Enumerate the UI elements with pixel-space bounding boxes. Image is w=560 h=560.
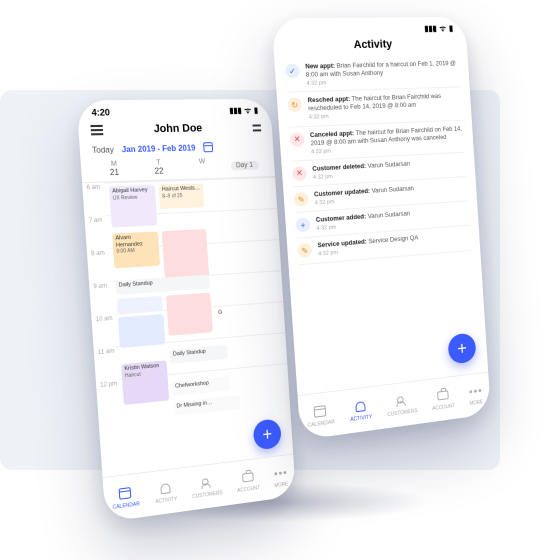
time-label: 9 am [89,281,114,315]
day-pill: Day 1 [230,160,258,170]
activity-text: Canceled appt: The haircut for Brian Fai… [310,125,465,156]
phone-mockup-activity: ▮▮▮ᯤ▮ Activity ✓New appt: Brian Fairchil… [271,17,491,440]
battery-icon: ▮ [449,24,454,33]
activity-icon [158,480,173,496]
account-icon [436,388,450,403]
calendar-icon [118,485,133,501]
tab-label: ACCOUNT [237,485,260,494]
activity-icon [353,398,368,414]
activity-badge-icon: ✓ [285,63,300,78]
tab-customers[interactable]: CUSTOMERS [191,474,223,500]
signal-icon: ▮▮▮ [424,24,437,33]
calendar-event[interactable] [166,293,213,336]
calendar-event[interactable] [118,314,166,348]
tab-label: CALENDAR [307,419,335,429]
more-icon [274,466,288,481]
activity-timestamp: 4:32 pm [306,77,460,88]
tab-label: CUSTOMERS [192,490,223,500]
phone-notch [332,17,410,32]
activity-text: Customer updated: Varun Sudarsan4:32 pm [314,185,415,208]
activity-badge-icon: + [295,217,310,232]
tab-activity[interactable]: ACTIVITY [349,398,372,423]
activity-text: Service updated: Service Design QA4:32 p… [317,235,419,259]
calendar-icon[interactable] [203,142,213,152]
tab-label: CUSTOMERS [387,408,418,418]
add-button[interactable]: + [447,332,476,364]
tab-label: ACTIVITY [350,414,372,423]
calendar-event[interactable]: Abigail HarveyUX Review [109,185,158,228]
activity-item[interactable]: ✓ New appt: Brian Fairchild for a haircut… [284,55,460,93]
calendar-event[interactable]: Alvaro Hernandez9:00 AM [112,231,160,268]
tab-label: MORE [469,399,483,407]
add-button[interactable]: + [253,418,282,450]
status-time: 4:20 [91,107,110,118]
calendar-grid[interactable]: 6 am7 am8 am9 am10 am11 am12 pm Abigail … [82,177,291,451]
activity-feed[interactable]: ✓ New appt: Brian Fairchild for a haircut… [274,55,486,368]
activity-text: Customer deleted: Varun Sudarsan4:32 pm [312,160,411,182]
time-label: 10 am [91,314,116,349]
tab-more[interactable]: MORE [273,466,288,489]
today-button[interactable]: Today [92,145,114,155]
tab-account[interactable]: ACCOUNT [236,469,260,493]
calendar-event[interactable]: Haircut Wests…8–9 of 25 [159,183,205,209]
tab-activity[interactable]: ACTIVITY [154,480,177,505]
customers-icon [395,393,409,409]
wifi-icon: ᯤ [439,24,446,33]
account-icon [241,470,255,485]
time-label: 7 am [84,215,109,249]
activity-badge-icon: ✕ [290,132,305,147]
battery-icon: ▮ [254,106,259,115]
activity-badge-icon: ✎ [297,243,312,258]
calendar-event[interactable]: Kristin WatsonHaircut [121,360,169,405]
day-column[interactable]: T22 [144,159,174,176]
list-view-icon[interactable] [250,123,262,133]
calendar-event[interactable]: G [215,307,231,322]
tab-label: CALENDAR [112,501,140,511]
tab-calendar[interactable]: CALENDAR [111,485,140,511]
phone-notch [137,99,215,114]
time-label: 11 am [94,346,119,381]
time-label: 8 am [87,248,112,282]
activity-badge-icon: ↻ [287,98,302,113]
tab-account[interactable]: ACCOUNT [431,387,455,411]
time-label: 12 pm [96,379,120,414]
activity-text: Resched appt: The haircut for Brian Fair… [307,93,462,123]
signal-icon: ▮▮▮ [229,106,242,115]
more-icon [469,384,483,399]
calendar-icon [313,403,328,419]
customers-icon [200,475,214,491]
day-column[interactable]: W [187,158,217,175]
activity-text: Customer added: Varun Sudarsan4:32 pm [316,210,411,233]
tab-label: ACTIVITY [155,496,177,505]
time-label: 6 am [82,182,107,216]
menu-icon[interactable] [90,125,103,136]
tab-label: ACCOUNT [432,403,455,412]
calendar-event[interactable] [162,229,209,280]
tab-label: MORE [274,481,288,489]
wifi-icon: ᯤ [244,106,251,115]
phone-mockup-calendar: 4:20 ▮▮▮ᯤ▮ John Doe Today Jan 2019 - Feb… [76,99,296,522]
status-indicators: ▮▮▮ᯤ▮ [421,23,453,34]
day-column[interactable]: M21 [99,160,130,177]
activity-badge-icon: ✎ [294,192,309,207]
status-indicators: ▮▮▮ᯤ▮ [226,105,258,116]
activity-text: New appt: Brian Fairchild for a haircut … [305,60,460,88]
activity-badge-icon: ✕ [292,166,307,181]
header-title: John Doe [153,122,202,135]
tab-more[interactable]: MORE [468,384,483,407]
tab-customers[interactable]: CUSTOMERS [386,392,418,418]
date-range[interactable]: Jan 2019 - Feb 2019 [121,143,195,154]
tab-calendar[interactable]: CALENDAR [306,403,335,429]
